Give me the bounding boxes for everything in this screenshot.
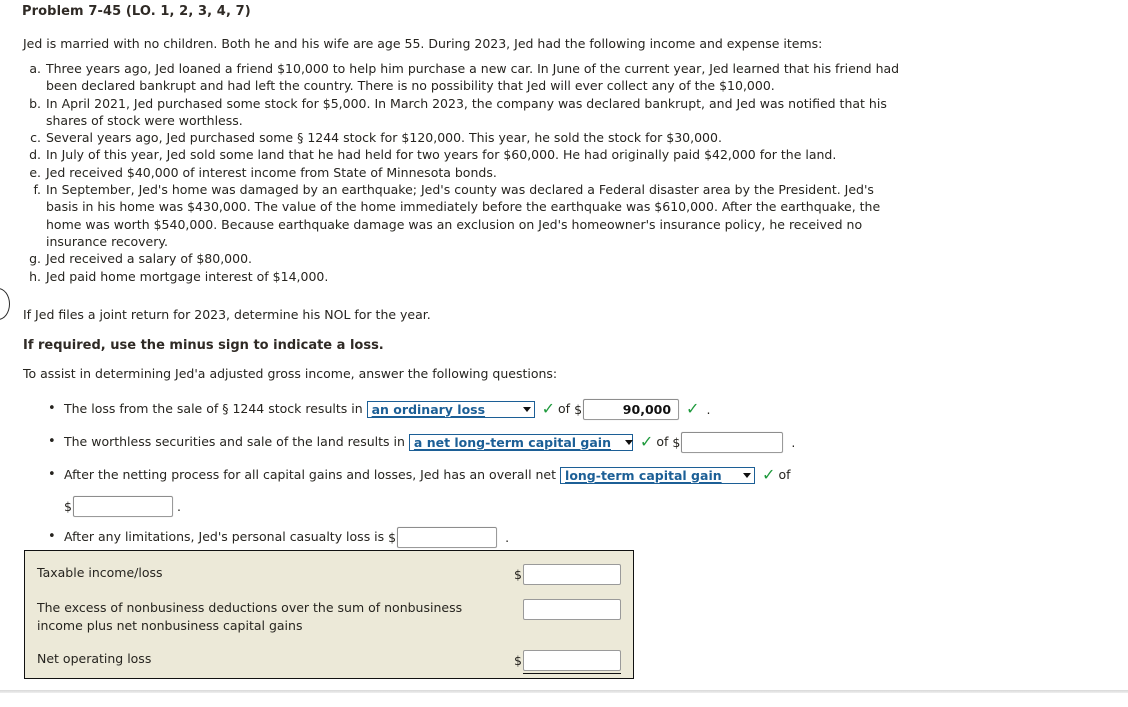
q1-correct-check-icon: ✓ [541,399,556,418]
q2-gain-type-dropdown[interactable]: a net long-term capital gain [408,433,633,451]
list-item: d. In July of this year, Jed sold some l… [23,146,1113,163]
income-expense-list: a. Three years ago, Jed loaned a friend … [23,60,1113,285]
q1-amount-input[interactable]: 90,000 [583,398,680,420]
bullet-marker: • [48,467,56,482]
list-item-letter: h. [29,268,41,284]
q1-dropdown-value: an ordinary loss [371,401,486,417]
list-item: b. In April 2021, Jed purchased some sto… [23,95,1113,130]
question-row-2: • The worthless securities and sale of t… [48,429,1048,455]
q1-mid-text: of [558,401,571,416]
list-item-text: Three years ago, Jed loaned a friend $10… [46,61,900,94]
q2-amount-input[interactable] [681,431,784,453]
q3-correct-check-icon: ✓ [762,465,776,484]
q3-trailing-period: . [176,499,181,514]
q3-dollar-sign: $ [64,499,72,514]
list-item-text: In July of this year, Jed sold some land… [46,147,837,163]
list-item: c. Several years ago, Jed purchased some… [23,129,1113,146]
list-item: e. Jed received $40,000 of interest inco… [23,164,1113,181]
q2-dropdown-value: a net long-term capital gain [413,434,611,450]
q1-amount-check-icon: ✓ [686,399,700,418]
table-row: Taxable income/loss $ [25,564,633,585]
list-item-letter: b. [29,95,41,111]
net-operating-loss-input[interactable] [523,650,621,674]
chevron-down-icon [743,472,752,478]
list-item-letter: a. [29,61,41,76]
q1-dollar-sign: $ [574,401,583,417]
q2-trailing-period: . [791,434,796,450]
list-item-letter: g. [29,251,41,267]
table-row: Net operating loss $ [25,650,633,674]
chevron-down-icon [625,439,633,445]
net-operating-loss-label: Net operating loss [37,651,152,666]
question-row-1: • The loss from the sale of § 1244 stock… [48,396,1048,422]
list-item-letter: f. [33,182,41,198]
net-operating-loss-dollar-sign: $ [514,653,522,668]
q4-trailing-period: . [505,529,510,545]
list-item-text: In April 2021, Jed purchased some stock … [46,95,887,128]
q3-mid-text: of [778,467,791,482]
q3-lead-text: After the netting process for all capita… [64,467,557,482]
q2-correct-check-icon: ✓ [639,432,654,451]
page-title: Problem 7-45 (LO. 1, 2, 3, 4, 7) [22,4,251,19]
excess-nonbusiness-deductions-label: The excess of nonbusiness deductions ove… [37,600,463,633]
list-item-text: Jed received $40,000 of interest income … [46,164,497,180]
q1-lead-text: The loss from the sale of § 1244 stock r… [64,401,363,416]
q1-trailing-period: . [706,401,711,417]
questions-list: • The loss from the sale of § 1244 stock… [48,396,1048,557]
list-item: g. Jed received a salary of $80,000. [23,250,1113,267]
q2-dollar-sign: $ [672,434,681,450]
list-item-text: In September, Jed's home was damaged by … [46,182,881,249]
bullet-marker: • [48,401,56,416]
q4-casualty-loss-input[interactable] [397,526,498,548]
taxable-income-loss-label: Taxable income/loss [37,565,163,580]
list-item-text: Jed received a salary of $80,000. [46,251,253,267]
list-item-letter: c. [30,130,41,146]
q3-net-gain-dropdown[interactable]: long-term capital gain [560,466,756,484]
q3-dropdown-value: long-term capital gain [565,467,722,483]
page-bottom-divider [0,690,1128,693]
excess-nonbusiness-deductions-input[interactable] [523,599,621,620]
taxable-income-loss-input[interactable] [523,564,621,585]
bullet-marker: • [48,529,56,544]
nol-summary-table: Taxable income/loss $ The excess of nonb… [24,550,634,679]
q3-amount-input[interactable] [72,496,173,517]
question-row-4: • After any limitations, Jed's personal … [48,524,1048,550]
q2-mid-text: of [656,434,669,449]
page-edge-arc-artifact [0,288,10,320]
list-item-letter: e. [29,164,41,180]
chevron-down-icon [522,406,531,412]
list-item: f. In September, Jed's home was damaged … [23,181,1113,250]
assist-instruction: To assist in determining Jed'a adjusted … [23,366,558,381]
list-item-letter: d. [29,147,41,163]
taxable-income-dollar-sign: $ [514,567,522,582]
list-item-text: Several years ago, Jed purchased some § … [46,130,722,146]
q2-lead-text: The worthless securities and sale of the… [64,434,405,449]
list-item-text: Jed paid home mortgage interest of $14,0… [46,268,329,284]
q1-loss-type-dropdown[interactable]: an ordinary loss [366,400,535,418]
q4-dollar-sign: $ [388,529,397,545]
list-item: a. Three years ago, Jed loaned a friend … [23,60,1113,95]
minus-sign-note: If required, use the minus sign to indic… [23,338,384,353]
q4-lead-text: After any limitations, Jed's personal ca… [64,529,385,544]
table-row: The excess of nonbusiness deductions ove… [25,599,633,635]
question-row-3: • After the netting process for all capi… [48,462,1048,517]
problem-intro-text: Jed is married with no children. Both he… [23,36,823,51]
list-item: h. Jed paid home mortgage interest of $1… [23,268,1113,285]
bullet-marker: • [48,434,56,449]
joint-return-instruction: If Jed files a joint return for 2023, de… [23,307,431,322]
